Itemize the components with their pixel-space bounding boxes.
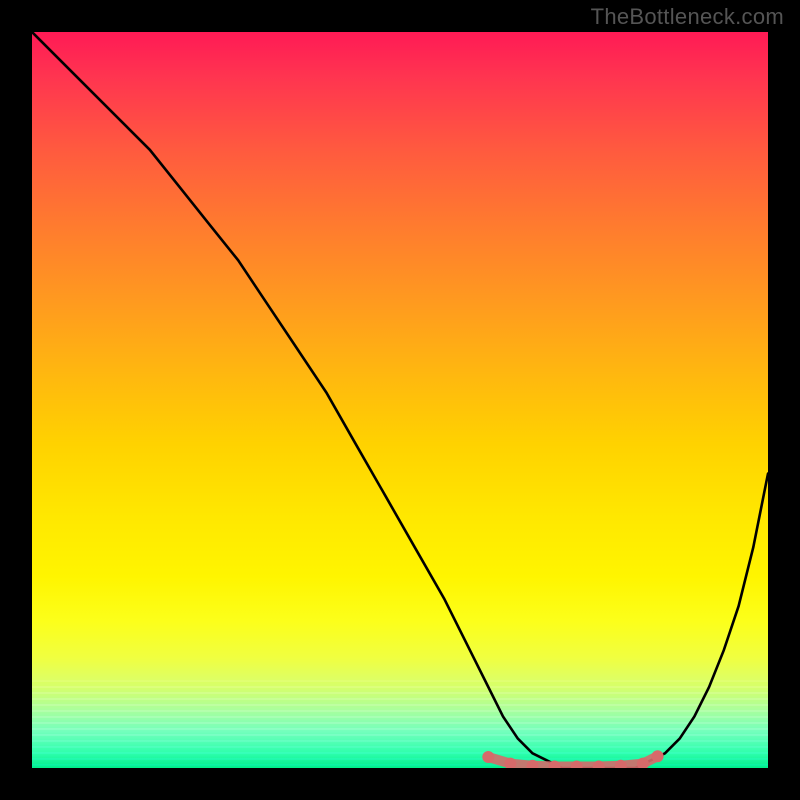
watermark: TheBottleneck.com: [591, 4, 784, 30]
curve-layer: [32, 32, 768, 768]
optimum-marker: [652, 750, 664, 762]
plot-area: [32, 32, 768, 768]
bottleneck-curve: [32, 32, 768, 768]
marker-group: [482, 750, 663, 768]
optimum-marker: [482, 751, 494, 763]
